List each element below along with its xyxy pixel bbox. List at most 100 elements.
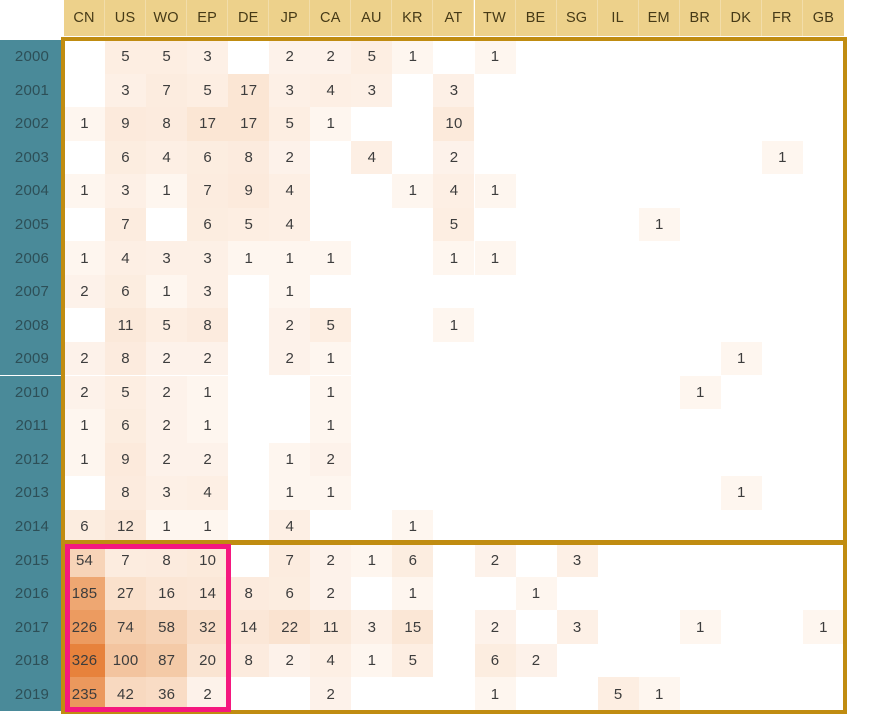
heatmap-cell-2004-br[interactable] <box>680 174 721 208</box>
heatmap-cell-2009-de[interactable] <box>228 342 269 376</box>
heatmap-cell-2010-gb[interactable] <box>803 376 844 410</box>
heatmap-cell-2013-be[interactable] <box>516 476 557 510</box>
heatmap-cell-2013-dk[interactable]: 1 <box>721 476 762 510</box>
heatmap-cell-2009-be[interactable] <box>516 342 557 376</box>
heatmap-cell-2005-br[interactable] <box>680 208 721 242</box>
heatmap-cell-2016-de[interactable]: 8 <box>228 577 269 611</box>
heatmap-cell-2014-de[interactable] <box>228 510 269 544</box>
column-header-be[interactable]: BE <box>516 0 557 36</box>
heatmap-cell-2018-ca[interactable]: 4 <box>310 644 351 678</box>
heatmap-cell-2019-sg[interactable] <box>557 677 598 711</box>
heatmap-cell-2019-wo[interactable]: 36 <box>146 677 187 711</box>
heatmap-cell-2018-dk[interactable] <box>721 644 762 678</box>
row-header-2000[interactable]: 2000 <box>0 40 64 74</box>
heatmap-cell-2013-em[interactable] <box>639 476 680 510</box>
heatmap-cell-2012-fr[interactable] <box>762 443 803 477</box>
heatmap-cell-2003-dk[interactable] <box>721 141 762 175</box>
heatmap-cell-2013-sg[interactable] <box>557 476 598 510</box>
heatmap-cell-2002-us[interactable]: 9 <box>105 107 146 141</box>
heatmap-cell-2014-at[interactable] <box>433 510 474 544</box>
heatmap-cell-2005-ep[interactable]: 6 <box>187 208 228 242</box>
heatmap-cell-2004-kr[interactable]: 1 <box>392 174 433 208</box>
heatmap-cell-2001-us[interactable]: 3 <box>105 74 146 108</box>
heatmap-cell-2008-br[interactable] <box>680 308 721 342</box>
heatmap-cell-2019-tw[interactable]: 1 <box>475 677 516 711</box>
heatmap-cell-2001-au[interactable]: 3 <box>351 74 392 108</box>
heatmap-cell-2015-dk[interactable] <box>721 543 762 577</box>
heatmap-cell-2006-em[interactable] <box>639 241 680 275</box>
heatmap-cell-2019-au[interactable] <box>351 677 392 711</box>
heatmap-cell-2007-kr[interactable] <box>392 275 433 309</box>
heatmap-cell-2016-dk[interactable] <box>721 577 762 611</box>
row-header-2016[interactable]: 2016 <box>0 577 64 611</box>
heatmap-cell-2012-de[interactable] <box>228 443 269 477</box>
heatmap-cell-2006-wo[interactable]: 3 <box>146 241 187 275</box>
heatmap-cell-2017-ca[interactable]: 11 <box>310 610 351 644</box>
heatmap-cell-2011-sg[interactable] <box>557 409 598 443</box>
heatmap-cell-2007-il[interactable] <box>598 275 639 309</box>
heatmap-cell-2001-be[interactable] <box>516 74 557 108</box>
heatmap-cell-2019-fr[interactable] <box>762 677 803 711</box>
heatmap-cell-2017-cn[interactable]: 226 <box>64 610 105 644</box>
heatmap-cell-2018-gb[interactable] <box>803 644 844 678</box>
heatmap-cell-2007-fr[interactable] <box>762 275 803 309</box>
heatmap-cell-2001-at[interactable]: 3 <box>433 74 474 108</box>
heatmap-cell-2017-dk[interactable] <box>721 610 762 644</box>
heatmap-cell-2013-ca[interactable]: 1 <box>310 476 351 510</box>
heatmap-cell-2007-dk[interactable] <box>721 275 762 309</box>
row-header-2017[interactable]: 2017 <box>0 610 64 644</box>
heatmap-cell-2009-jp[interactable]: 2 <box>269 342 310 376</box>
heatmap-cell-2005-be[interactable] <box>516 208 557 242</box>
heatmap-cell-2003-jp[interactable]: 2 <box>269 141 310 175</box>
heatmap-cell-2013-at[interactable] <box>433 476 474 510</box>
column-header-fr[interactable]: FR <box>762 0 803 36</box>
heatmap-cell-2008-tw[interactable] <box>475 308 516 342</box>
heatmap-cell-2002-ep[interactable]: 17 <box>187 107 228 141</box>
heatmap-cell-2008-de[interactable] <box>228 308 269 342</box>
heatmap-cell-2015-tw[interactable]: 2 <box>475 543 516 577</box>
heatmap-cell-2009-sg[interactable] <box>557 342 598 376</box>
heatmap-cell-2019-kr[interactable] <box>392 677 433 711</box>
column-header-sg[interactable]: SG <box>557 0 598 36</box>
heatmap-cell-2006-jp[interactable]: 1 <box>269 241 310 275</box>
heatmap-cell-2000-cn[interactable] <box>64 40 105 74</box>
heatmap-cell-2003-us[interactable]: 6 <box>105 141 146 175</box>
heatmap-cell-2012-at[interactable] <box>433 443 474 477</box>
heatmap-cell-2018-cn[interactable]: 326 <box>64 644 105 678</box>
heatmap-cell-2003-tw[interactable] <box>475 141 516 175</box>
heatmap-cell-2019-cn[interactable]: 235 <box>64 677 105 711</box>
heatmap-cell-2019-gb[interactable] <box>803 677 844 711</box>
heatmap-cell-2017-kr[interactable]: 15 <box>392 610 433 644</box>
heatmap-cell-2002-wo[interactable]: 8 <box>146 107 187 141</box>
heatmap-cell-2000-il[interactable] <box>598 40 639 74</box>
heatmap-cell-2008-il[interactable] <box>598 308 639 342</box>
heatmap-cell-2016-cn[interactable]: 185 <box>64 577 105 611</box>
heatmap-cell-2017-em[interactable] <box>639 610 680 644</box>
heatmap-cell-2011-ep[interactable]: 1 <box>187 409 228 443</box>
heatmap-cell-2017-sg[interactable]: 3 <box>557 610 598 644</box>
heatmap-cell-2018-jp[interactable]: 2 <box>269 644 310 678</box>
heatmap-cell-2004-ep[interactable]: 7 <box>187 174 228 208</box>
heatmap-cell-2013-kr[interactable] <box>392 476 433 510</box>
heatmap-cell-2019-at[interactable] <box>433 677 474 711</box>
heatmap-cell-2001-ep[interactable]: 5 <box>187 74 228 108</box>
heatmap-cell-2000-dk[interactable] <box>721 40 762 74</box>
heatmap-cell-2002-kr[interactable] <box>392 107 433 141</box>
heatmap-cell-2009-ca[interactable]: 1 <box>310 342 351 376</box>
heatmap-cell-2006-ca[interactable]: 1 <box>310 241 351 275</box>
heatmap-cell-2003-be[interactable] <box>516 141 557 175</box>
heatmap-cell-2018-us[interactable]: 100 <box>105 644 146 678</box>
column-header-il[interactable]: IL <box>598 0 639 36</box>
heatmap-cell-2010-jp[interactable] <box>269 376 310 410</box>
heatmap-cell-2017-il[interactable] <box>598 610 639 644</box>
heatmap-cell-2014-br[interactable] <box>680 510 721 544</box>
heatmap-cell-2011-at[interactable] <box>433 409 474 443</box>
heatmap-cell-2005-wo[interactable] <box>146 208 187 242</box>
heatmap-cell-2010-at[interactable] <box>433 376 474 410</box>
heatmap-cell-2008-ca[interactable]: 5 <box>310 308 351 342</box>
heatmap-cell-2006-au[interactable] <box>351 241 392 275</box>
heatmap-cell-2004-us[interactable]: 3 <box>105 174 146 208</box>
heatmap-cell-2019-em[interactable]: 1 <box>639 677 680 711</box>
heatmap-cell-2004-wo[interactable]: 1 <box>146 174 187 208</box>
heatmap-cell-2014-fr[interactable] <box>762 510 803 544</box>
